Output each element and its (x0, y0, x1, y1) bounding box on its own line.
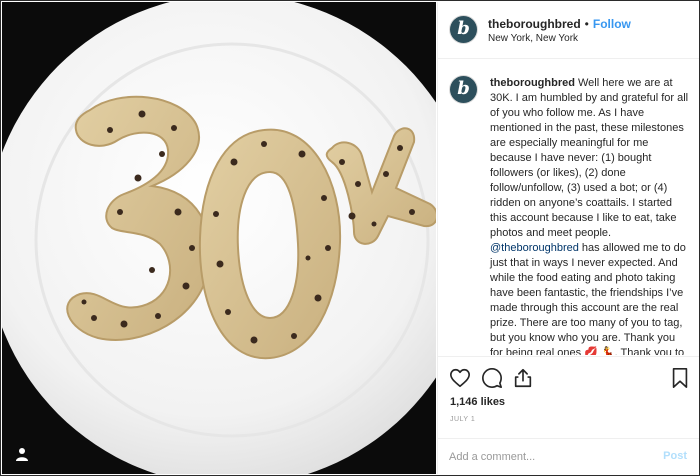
avatar[interactable]: b (450, 16, 477, 43)
user-tag-icon[interactable] (14, 446, 30, 462)
post-photo[interactable] (2, 2, 436, 474)
username-link[interactable]: theboroughbred (488, 17, 581, 31)
separator-dot: • (584, 17, 589, 31)
post-actions: 1,146 likes July 1 Post (438, 356, 699, 475)
post-date: July 1 (450, 416, 476, 423)
comment-input[interactable] (449, 448, 649, 466)
comment-bubble-icon[interactable] (481, 367, 503, 389)
follow-button[interactable]: Follow (593, 17, 631, 31)
caption-text-part2: has allowed me to do just that in ways I… (490, 242, 686, 355)
header-user-row: theboroughbred • Follow (488, 17, 631, 31)
likes-count[interactable]: 1,146 likes (450, 396, 505, 408)
caption-mention[interactable]: @theboroughbred (490, 242, 579, 254)
caption-text-part1: Well here we are at 30K. I am humbled by… (490, 77, 689, 239)
location-link[interactable]: New York, New York (488, 33, 578, 44)
post-caption: theboroughbred Well here we are at 30K. … (490, 76, 690, 355)
cookie-dough-30k-image (2, 2, 436, 474)
heart-icon[interactable] (449, 367, 471, 389)
share-icon[interactable] (512, 367, 534, 389)
post-dialog: b theboroughbred • Follow New York, New Yo… (0, 0, 700, 476)
avatar-letter: b (457, 78, 470, 99)
add-comment-bar: Post (438, 438, 699, 475)
caption-username[interactable]: theboroughbred (490, 77, 575, 89)
post-header: b theboroughbred • Follow New York, New Yo… (438, 2, 699, 59)
caption-avatar[interactable]: b (450, 76, 477, 103)
post-side-panel: b theboroughbred • Follow New York, New Yo… (437, 2, 699, 474)
bookmark-icon[interactable] (670, 367, 690, 389)
post-comment-button[interactable]: Post (663, 450, 687, 462)
comments-area[interactable]: b theboroughbred Well here we are at 30K… (438, 59, 699, 355)
avatar-letter: b (457, 18, 470, 39)
